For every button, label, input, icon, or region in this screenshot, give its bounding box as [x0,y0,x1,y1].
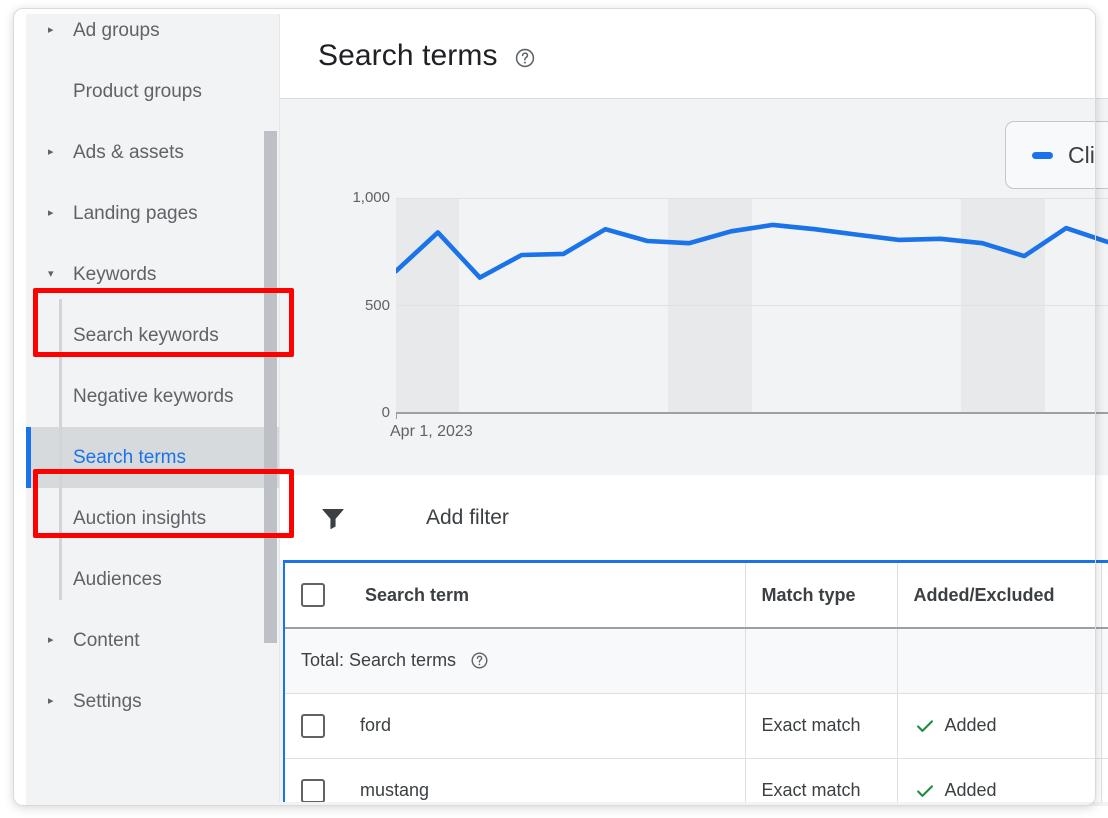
sidebar-scrollbar-thumb[interactable] [264,131,277,643]
chevron-right-icon[interactable]: ▸ [48,25,64,36]
sidebar-item-ad-groups[interactable]: ▸ Ad groups [26,14,280,61]
sidebar-item-negative-keywords[interactable]: Negative keywords [26,366,280,427]
y-axis-tick-label: 0 [381,404,390,421]
sidebar-item-label: Audiences [73,569,162,590]
check-icon [914,715,936,737]
sidebar-item-label: Search keywords [73,325,219,346]
column-header-search-term[interactable]: Search term [285,563,746,629]
column-header-label: Search term [365,584,470,605]
sidebar-item-label: Settings [73,691,142,712]
chart-plot-wrapper: 1,000 500 0 Apr 1, 2023 [280,100,1108,474]
page-title: Search terms [318,39,498,72]
chart-x-axis-label: Apr 1, 2023 [390,423,473,440]
filter-toolbar: Add filter [280,475,1108,560]
help-circle-icon[interactable] [470,651,489,670]
sidebar-item-search-keywords[interactable]: Search keywords [26,305,280,366]
row-checkbox[interactable] [301,778,325,802]
table-header-row: Search term Match type Added/Excluded [285,563,1108,629]
total-label: Total: Search terms [301,650,457,671]
total-added-excluded-cell [897,628,1102,694]
sidebar-item-settings[interactable]: ▸ Settings [26,671,280,732]
sidebar-item-content[interactable]: ▸ Content [26,610,280,671]
sidebar-group-rail [59,299,62,600]
sidebar-item-search-terms[interactable]: Search terms [26,427,280,488]
added-excluded-cell: Added [897,693,1102,759]
sidebar-item-label: Search terms [73,447,186,468]
window-bottom-strip [0,806,1108,818]
chevron-right-icon[interactable]: ▸ [48,147,64,158]
sidebar-item-ads-assets[interactable]: ▸ Ads & assets [26,122,280,183]
table-row[interactable]: ford Exact match Added [285,693,1108,759]
sidebar-items-container: ▸ Ad groups Product groups ▸ Ads & assets ▸ La… [26,14,280,732]
window-top-strip [0,0,1108,14]
chart-panel: Cli 1,000 500 0 Apr 1, 2023 [280,100,1108,474]
sidebar-item-label: Ads & assets [73,142,184,163]
row-spacer-cell [1101,693,1108,759]
sidebar-item-audiences[interactable]: Audiences [26,549,280,610]
chart-y-axis: 1,000 500 0 [308,100,390,474]
chevron-down-icon[interactable]: ▾ [48,269,64,280]
match-type-cell: Exact match [745,693,898,759]
added-excluded-text: Added [944,715,997,735]
table-body: Total: Search terms ford Exact match Added m… [285,628,1108,802]
search-term-text: mustang [360,780,430,800]
sidebar-item-label: Ad groups [73,20,160,41]
chart-line-series-clicks [396,222,1108,280]
page-header: Search terms [280,14,1108,99]
check-icon [914,780,936,802]
chevron-right-icon[interactable]: ▸ [48,208,64,219]
total-match-type-cell [745,628,898,694]
sidebar-item-label: Content [73,630,140,651]
added-excluded-text: Added [944,780,997,800]
help-circle-icon[interactable] [514,47,536,69]
screenshot-root: ▸ Ad groups Product groups ▸ Ads & assets ▸ La… [0,0,1108,818]
window-left-strip [0,0,26,818]
chevron-right-icon[interactable]: ▸ [48,635,64,646]
add-filter-button[interactable]: Add filter [426,506,509,530]
sidebar-item-label: Negative keywords [73,386,234,407]
select-all-checkbox[interactable] [301,583,325,607]
column-header-match-type[interactable]: Match type [745,563,898,629]
search-term-text: ford [360,715,392,735]
column-header-added-excluded[interactable]: Added/Excluded [897,563,1102,629]
sidebar-item-label: Keywords [73,264,157,285]
row-checkbox[interactable] [301,713,325,738]
y-axis-tick-label: 1,000 [352,189,390,206]
sidebar-item-auction-insights[interactable]: Auction insights [26,488,280,549]
row-spacer-cell [1101,758,1108,802]
search-term-cell: ford [285,693,746,759]
chart-x-axis-tick [396,412,397,419]
sidebar-item-keywords[interactable]: ▾ Keywords [26,244,280,305]
chevron-right-icon[interactable]: ▸ [48,696,64,707]
sidebar-item-label: Product groups [73,81,202,102]
added-excluded-cell: Added [897,758,1102,802]
y-axis-tick-label: 500 [364,296,390,314]
search-terms-table: Search term Match type Added/Excluded To… [283,560,1108,802]
sidebar-item-label: Auction insights [73,508,207,529]
match-type-cell: Exact match [745,758,898,802]
sidebar-item-landing-pages[interactable]: ▸ Landing pages [26,183,280,244]
total-spacer-cell [1101,628,1108,694]
sidebar-navigation: ▸ Ad groups Product groups ▸ Ads & assets ▸ La… [26,14,280,802]
search-term-cell: mustang [285,758,746,802]
main-content: Search terms Cli 1,000 500 0 Apr 1, 2023… [280,14,1108,802]
chart-x-axis-line [396,412,1108,414]
table-total-row: Total: Search terms [285,628,1108,694]
funnel-icon[interactable] [318,503,348,533]
total-label-cell: Total: Search terms [285,628,746,694]
table-row[interactable]: mustang Exact match Added [285,758,1108,802]
sidebar-item-product-groups[interactable]: Product groups [26,61,280,122]
chart-plot-area [396,198,1108,413]
sidebar-item-label: Landing pages [73,203,198,224]
column-header-spacer [1101,563,1108,629]
